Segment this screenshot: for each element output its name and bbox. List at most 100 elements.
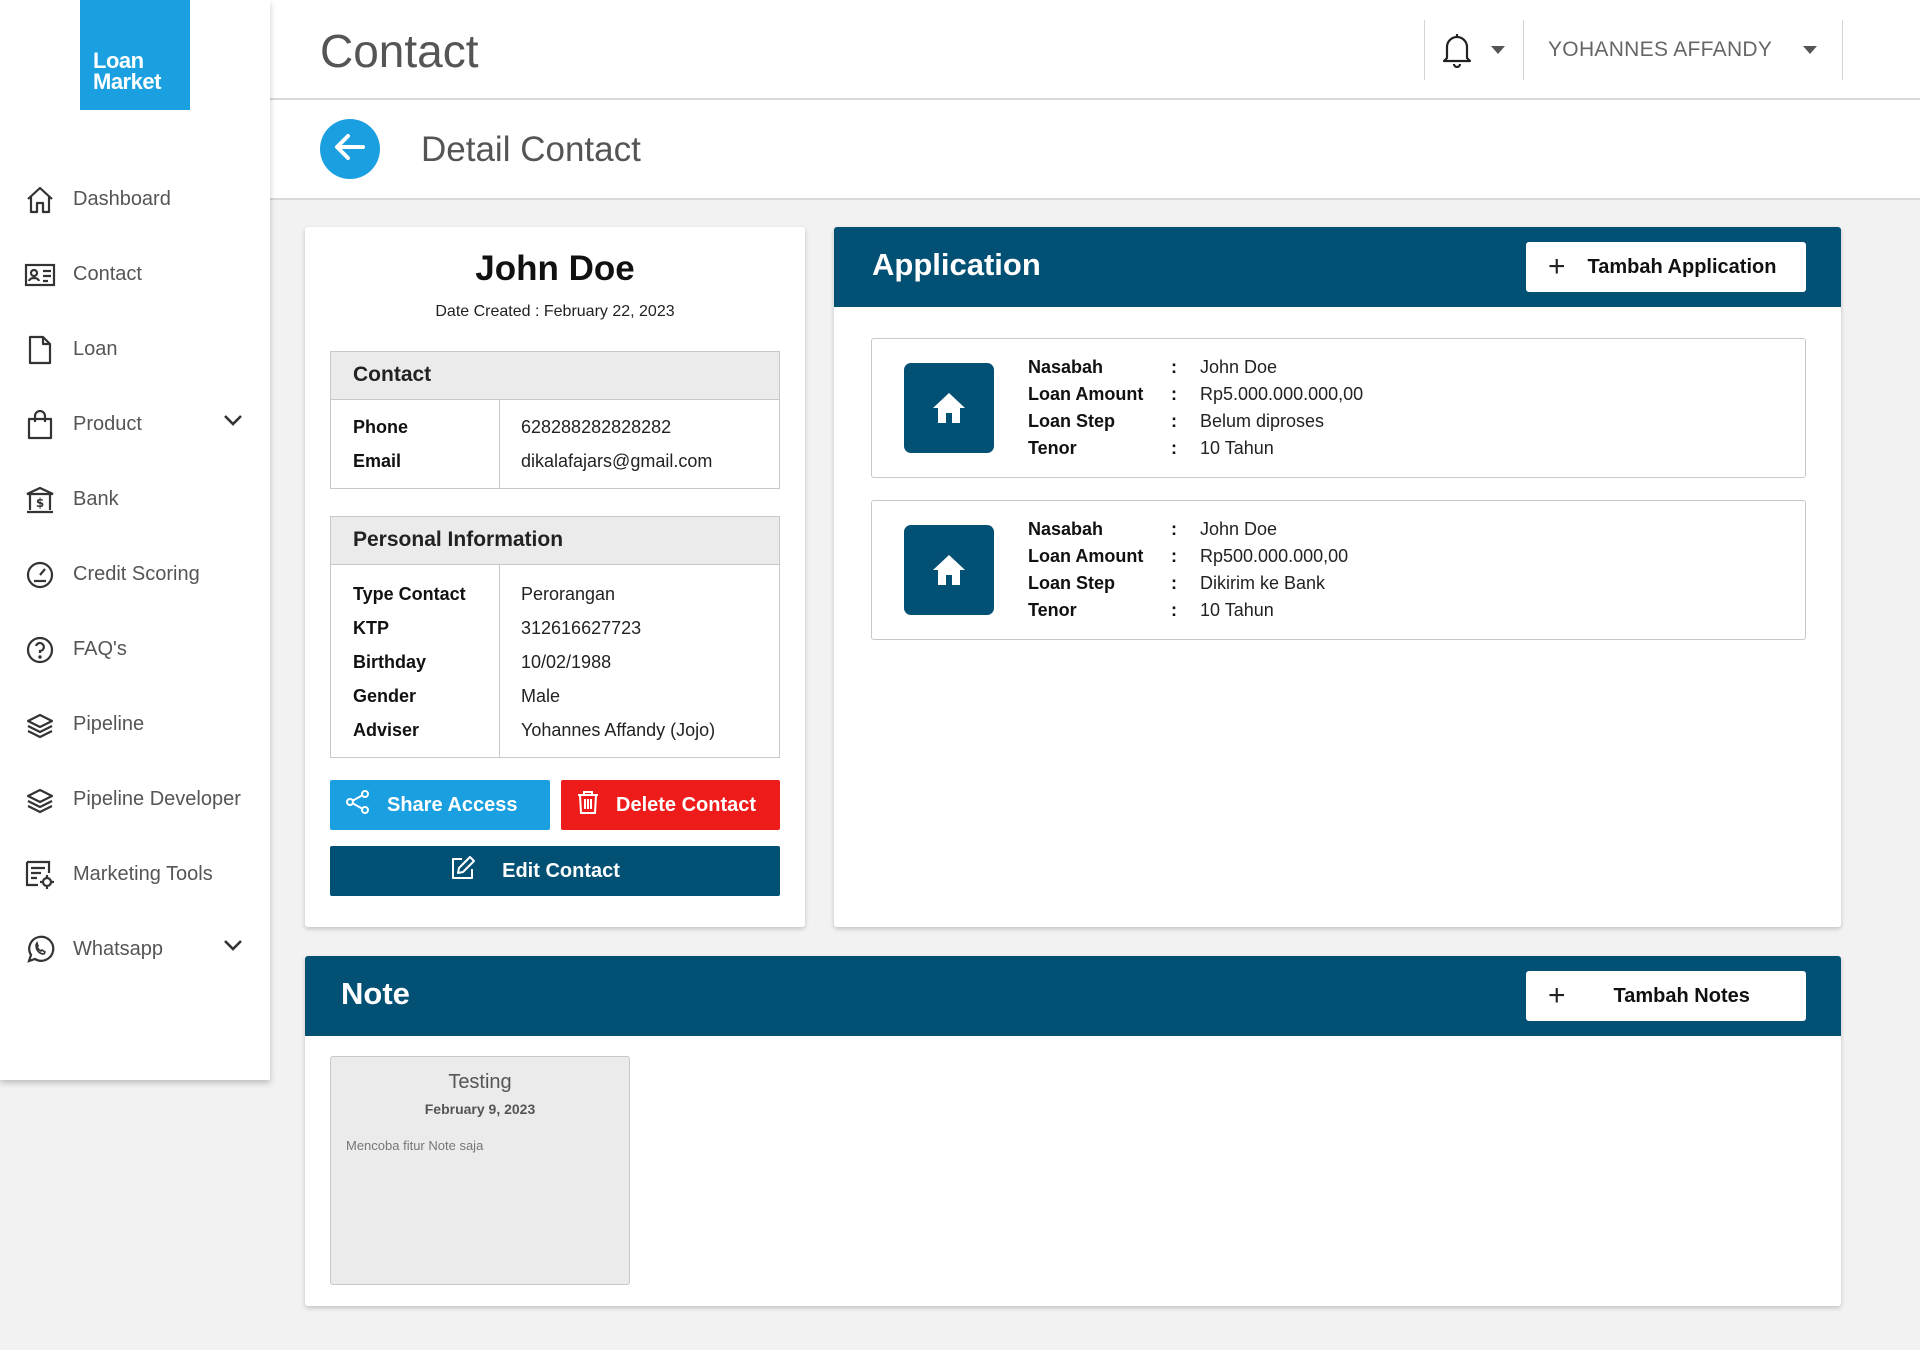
sidebar-item-label: Bank <box>73 488 119 510</box>
add-application-label: Tambah Application <box>1587 255 1777 278</box>
delete-contact-button[interactable]: Delete Contact <box>561 780 780 830</box>
info-value: Perorangan <box>521 584 616 604</box>
section-title: Personal Information <box>331 517 779 565</box>
sidebar-item-product[interactable]: Product <box>0 387 270 462</box>
delete-contact-label: Delete Contact <box>616 793 757 816</box>
info-value: 628288282828282 <box>521 417 672 437</box>
app-row-loan-amount: Loan Amount : Rp5.000.000.000,00 <box>1028 384 1788 411</box>
app-row-loan-step: Loan Step : Dikirim ke Bank <box>1028 573 1788 600</box>
back-button[interactable] <box>320 119 380 179</box>
notification-dropdown-caret-icon[interactable] <box>1491 46 1505 54</box>
app-row-loan-step: Loan Step : Belum diproses <box>1028 411 1788 438</box>
chevron-down-icon[interactable] <box>222 938 244 957</box>
app-row-tenor: Tenor : 10 Tahun <box>1028 600 1788 627</box>
app-colon: : <box>1171 438 1177 458</box>
chevron-down-icon[interactable] <box>222 413 244 432</box>
sidebar-item-bank[interactable]: $ Bank <box>0 462 270 537</box>
sidebar-item-label: Contact <box>73 263 142 285</box>
sidebar-item-label: Pipeline Developer <box>73 788 241 810</box>
info-row-adviser: Adviser Yohannes Affandy (Jojo) <box>331 713 779 747</box>
info-value: Yohannes Affandy (Jojo) <box>521 720 716 740</box>
sidebar-item-label: FAQ's <box>73 638 127 660</box>
app-value: Rp5.000.000.000,00 <box>1200 384 1364 404</box>
bell-icon[interactable] <box>1442 32 1472 73</box>
sidebar-item-contact[interactable]: Contact <box>0 237 270 312</box>
home-icon <box>904 363 994 453</box>
user-name[interactable]: YOHANNES AFFANDY <box>1548 38 1772 62</box>
header-divider <box>1424 20 1425 80</box>
info-key: Adviser <box>353 720 420 740</box>
home-icon <box>904 525 994 615</box>
info-row-email: Email dikalafajars@gmail.com <box>331 444 779 478</box>
header-divider <box>1842 20 1843 80</box>
info-key: Birthday <box>353 652 427 672</box>
personal-info-section: Personal Information Type Contact Perora… <box>330 516 780 758</box>
edit-contact-button[interactable]: Edit Contact <box>330 846 780 896</box>
info-row-gender: Gender Male <box>331 679 779 713</box>
app-key: Loan Step <box>1028 573 1116 593</box>
application-item[interactable]: Nasabah : John Doe Loan Amount : Rp500.0… <box>871 500 1806 640</box>
app-value: John Doe <box>1200 357 1278 377</box>
note-item-text: Mencoba fitur Note saja <box>346 1138 484 1153</box>
app-key: Nasabah <box>1028 519 1104 539</box>
application-header: Application + Tambah Application <box>834 227 1841 307</box>
app-colon: : <box>1171 573 1177 593</box>
sidebar-item-whatsapp[interactable]: Whatsapp <box>0 912 270 987</box>
logo-line-1: Loan <box>93 48 144 73</box>
sidebar-item-label: Pipeline <box>73 713 145 735</box>
app-colon: : <box>1171 384 1177 404</box>
header-divider <box>1523 20 1524 80</box>
sidebar-item-marketing-tools[interactable]: Marketing Tools <box>0 837 270 912</box>
section-title: Contact <box>331 352 779 400</box>
sidebar-nav: Dashboard Contact Loan Product $ Bank Cr… <box>0 162 270 987</box>
settings-list-icon <box>24 859 56 891</box>
add-application-button[interactable]: + Tambah Application <box>1526 242 1806 292</box>
date-created: Date Created : February 22, 2023 <box>435 303 675 320</box>
detail-title: Detail Contact <box>421 130 641 169</box>
add-notes-label: Tambah Notes <box>1613 984 1750 1007</box>
share-icon <box>345 789 371 821</box>
sidebar-item-faqs[interactable]: FAQ's <box>0 612 270 687</box>
shopping-bag-icon <box>24 409 56 441</box>
plus-icon: + <box>1548 979 1566 1012</box>
app-row-nasabah: Nasabah : John Doe <box>1028 519 1788 546</box>
contact-detail-card: John Doe Date Created : February 22, 202… <box>305 227 805 927</box>
sidebar-item-label: Whatsapp <box>73 938 164 960</box>
sidebar-item-dashboard[interactable]: Dashboard <box>0 162 270 237</box>
app-key: Loan Amount <box>1028 384 1144 404</box>
share-access-label: Share Access <box>387 793 518 816</box>
app-value: Belum diproses <box>1200 411 1325 431</box>
note-item[interactable]: Testing February 9, 2023 Mencoba fitur N… <box>330 1056 630 1285</box>
application-card: Application + Tambah Application Nasabah… <box>834 227 1841 927</box>
info-row-phone: Phone 628288282828282 <box>331 410 779 444</box>
app-row-nasabah: Nasabah : John Doe <box>1028 357 1788 384</box>
question-icon <box>24 634 56 666</box>
sub-header: Detail Contact <box>270 100 1920 200</box>
user-dropdown-caret-icon[interactable] <box>1803 46 1817 54</box>
app-value: Rp500.000.000,00 <box>1200 546 1349 566</box>
edit-icon <box>450 855 476 887</box>
home-icon <box>24 184 56 216</box>
info-key: Gender <box>353 686 417 706</box>
app-row-loan-amount: Loan Amount : Rp500.000.000,00 <box>1028 546 1788 573</box>
sidebar-item-credit-scoring[interactable]: Credit Scoring <box>0 537 270 612</box>
plus-icon: + <box>1548 250 1566 283</box>
info-value: 10/02/1988 <box>521 652 612 672</box>
arrow-left-icon <box>333 132 367 167</box>
document-icon <box>24 334 56 366</box>
app-colon: : <box>1171 600 1177 620</box>
loan-market-logo[interactable]: Loan Market <box>80 0 190 110</box>
info-key: KTP <box>353 618 389 638</box>
application-title: Application <box>872 247 1041 282</box>
sidebar-item-pipeline[interactable]: Pipeline <box>0 687 270 762</box>
add-notes-button[interactable]: + Tambah Notes <box>1526 971 1806 1021</box>
sidebar-item-pipeline-developer[interactable]: Pipeline Developer <box>0 762 270 837</box>
sidebar-item-loan[interactable]: Loan <box>0 312 270 387</box>
top-header: Contact YOHANNES AFFANDY <box>270 0 1920 100</box>
application-item[interactable]: Nasabah : John Doe Loan Amount : Rp5.000… <box>871 338 1806 478</box>
info-row-birthday: Birthday 10/02/1988 <box>331 645 779 679</box>
info-row-type-contact: Type Contact Perorangan <box>331 577 779 611</box>
info-key: Email <box>353 451 402 471</box>
share-access-button[interactable]: Share Access <box>330 780 550 830</box>
sidebar-item-label: Marketing Tools <box>73 863 213 885</box>
